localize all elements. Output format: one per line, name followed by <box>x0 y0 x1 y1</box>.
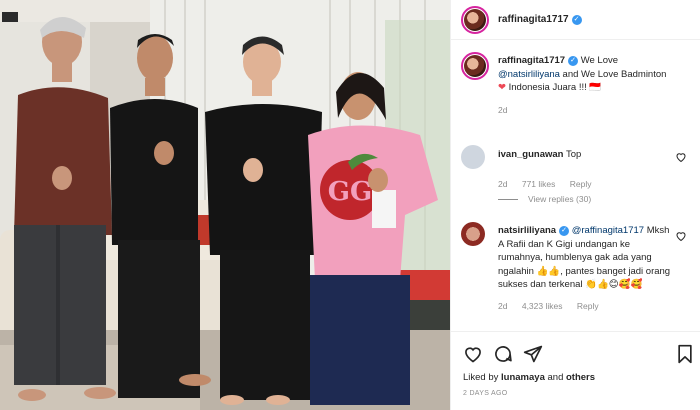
comment-likes[interactable]: 771 likes <box>522 179 556 189</box>
liked-by-prefix: Liked by <box>463 372 502 383</box>
liked-by-user[interactable]: lunamaya <box>501 372 545 383</box>
caption-avatar[interactable] <box>461 52 489 80</box>
liked-by: Liked by lunamaya and others <box>463 372 595 383</box>
comment-text: Top <box>565 149 582 160</box>
caption-text-1: We Love <box>580 55 619 66</box>
share-icon[interactable] <box>523 344 543 364</box>
caption-time[interactable]: 2d <box>498 105 507 115</box>
comment-mention[interactable]: @raffinagita1717 <box>572 225 644 236</box>
commenter-avatar[interactable] <box>461 145 485 169</box>
comment-verified-icon: ✓ <box>559 226 570 236</box>
post-actions: Liked by lunamaya and others 2 DAYS AGO <box>451 331 700 410</box>
heart-emoji: ❤ <box>498 82 506 93</box>
comment-reply-button[interactable]: Reply <box>570 179 592 189</box>
caption-text-2: and We Love Badminton <box>559 68 667 80</box>
author-avatar[interactable] <box>461 5 489 34</box>
caption-verified-icon: ✓ <box>568 56 579 66</box>
post-sidebar: raffinagita1717 ✓ raffinagita1717 ✓ We Lo… <box>450 0 700 410</box>
verified-badge-icon: ✓ <box>571 14 582 25</box>
bookmark-icon[interactable] <box>675 344 695 364</box>
commenter-avatar[interactable] <box>461 222 485 246</box>
comment-natsir: natsirliliyana ✓ @raffinagita1717 Mksh A … <box>461 222 693 311</box>
comment-username[interactable]: ivan_gunawan <box>498 149 563 160</box>
liked-by-others[interactable]: others <box>566 372 595 383</box>
view-replies-label: View replies (30) <box>528 194 592 204</box>
caption-text-3: Indonesia Juara !!! 🇮🇩 <box>505 82 602 93</box>
post-timestamp[interactable]: 2 DAYS AGO <box>463 390 508 397</box>
heart-icon[interactable] <box>675 151 687 163</box>
view-replies-button[interactable]: View replies (30) <box>498 194 591 204</box>
comment-username[interactable]: natsirliliyana <box>498 225 556 236</box>
heart-icon[interactable] <box>675 230 687 242</box>
comment-time[interactable]: 2d <box>498 301 507 311</box>
comment-icon[interactable] <box>493 344 513 364</box>
comment-reply-button[interactable]: Reply <box>577 301 599 311</box>
heart-icon[interactable] <box>463 344 483 364</box>
author-username[interactable]: raffinagita1717 <box>498 14 569 25</box>
photo-illustration: GG <box>0 0 450 410</box>
caption-mention[interactable]: @natsirliliyana <box>498 69 560 80</box>
comment-time[interactable]: 2d <box>498 179 507 189</box>
comment-likes[interactable]: 4,323 likes <box>522 301 563 311</box>
comment-ivan: ivan_gunawan Top 2d 771 likes Reply <box>461 145 693 189</box>
post-photo[interactable]: GG <box>0 0 450 410</box>
post-header: raffinagita1717 ✓ <box>451 0 700 40</box>
caption: raffinagita1717 ✓ We Love @natsirliliyana… <box>461 52 693 115</box>
svg-text:GG: GG <box>328 177 372 207</box>
caption-username[interactable]: raffinagita1717 <box>498 55 565 66</box>
liked-by-suffix: and <box>544 372 566 383</box>
instagram-post: GG raffinagita1717 ✓ raffinagita1717 ✓ We… <box>0 0 700 410</box>
